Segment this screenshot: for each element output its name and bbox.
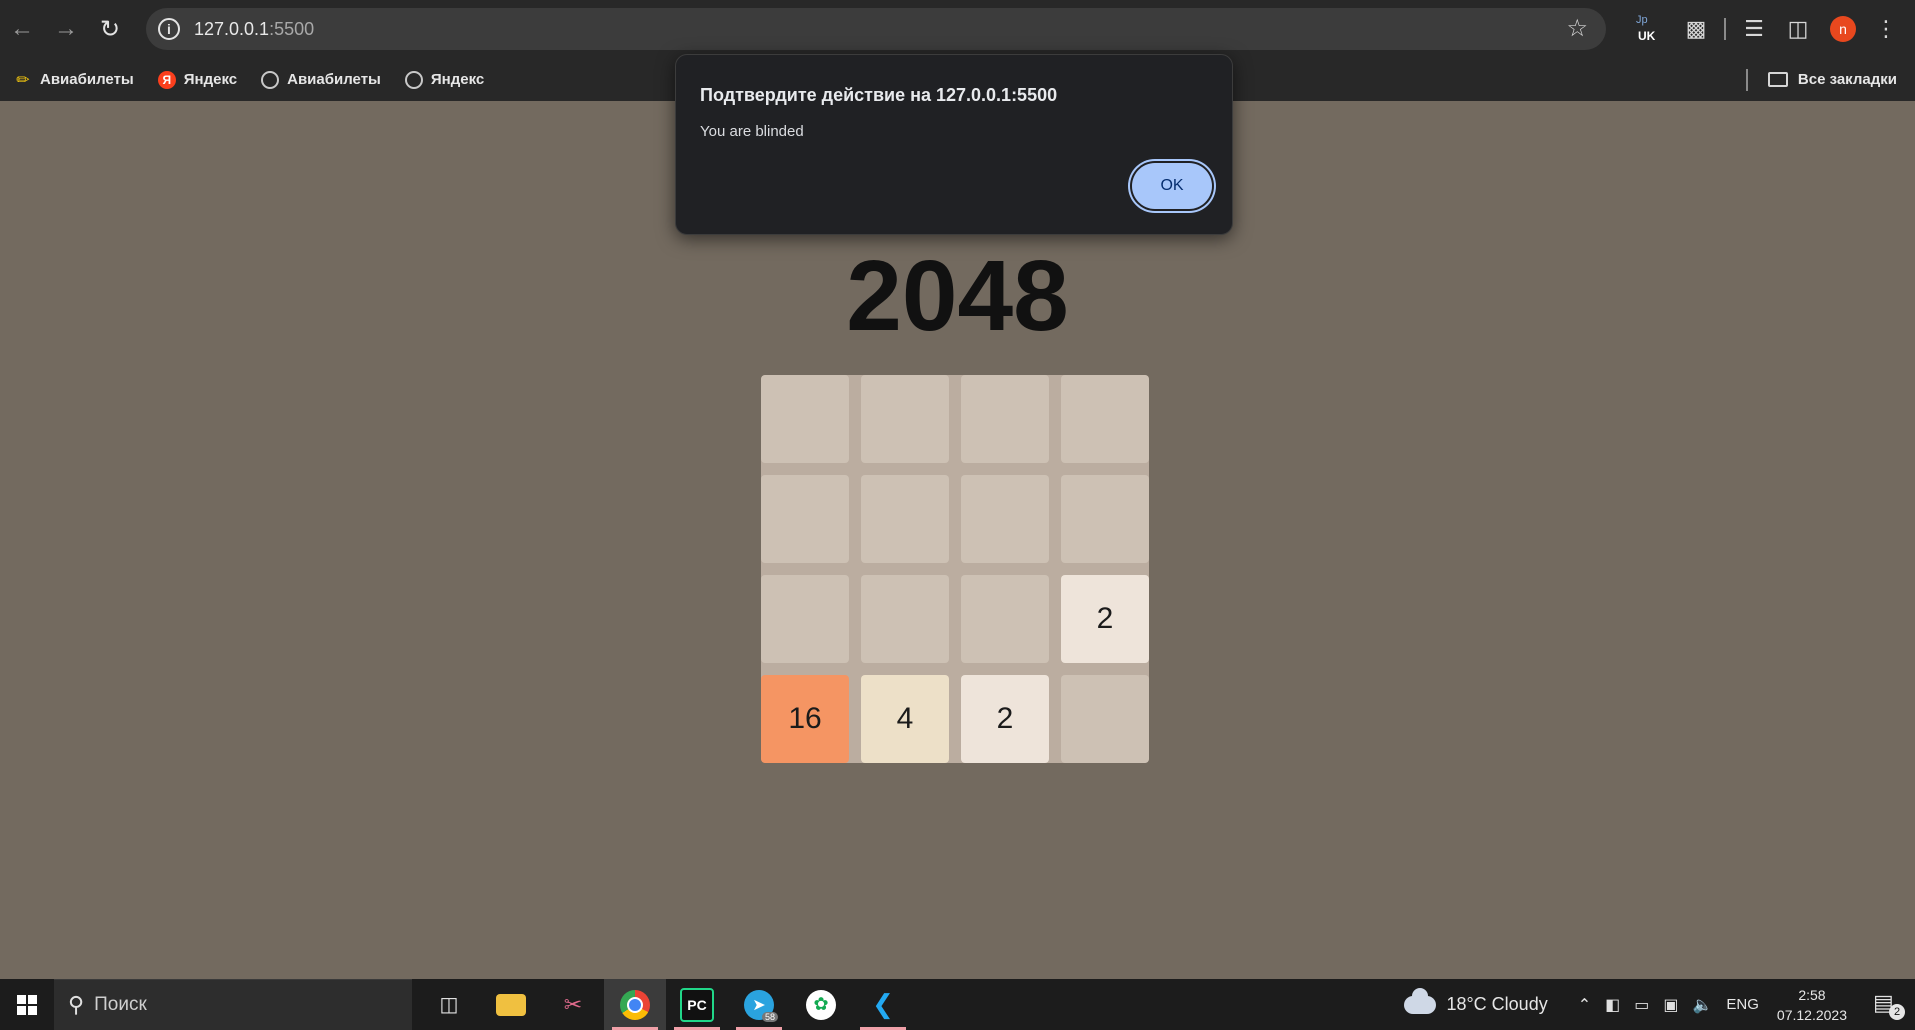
search-placeholder: Поиск [94,994,147,1015]
folder-app-icon [496,993,526,1016]
cloud-icon [1404,987,1437,1014]
language-indicator[interactable]: ENG [1726,996,1759,1013]
tile-2: 2 [1061,575,1149,663]
chrome-button[interactable] [604,979,666,1030]
tile-empty [961,475,1049,563]
globe-icon [261,70,280,89]
tile-empty [961,575,1049,663]
chrome-icon [620,989,650,1020]
taskbar-search[interactable]: ⚲ Поиск [54,979,412,1030]
all-bookmarks-button[interactable]: Все закладки [1745,58,1897,101]
tile-empty [761,475,849,563]
game-board[interactable]: 2 16 4 2 [761,375,1149,763]
folder-icon [1767,72,1788,87]
clock-time: 2:58 [1798,986,1826,1003]
tile-2: 2 [961,675,1049,763]
tile-empty [1061,375,1149,463]
bookmark-item[interactable]: Я Яндекс [157,70,238,89]
profile-avatar[interactable]: n [1830,16,1856,42]
chevron-up-icon[interactable]: ⌃ [1578,995,1591,1015]
start-button[interactable] [0,979,54,1030]
reload-button[interactable]: ↻ [88,7,132,51]
task-view-icon: ◫ [439,994,459,1016]
tile-empty [1061,475,1149,563]
globe-icon [404,70,423,89]
tile-empty [861,575,949,663]
weather-widget[interactable]: 18°C Cloudy [1404,987,1548,1015]
yandex-icon: Я [157,70,176,89]
windows-taskbar: ⚲ Поиск ◫ ✂ PC ➤ 58 ✿ ❮ 18°C Cloudy ⌃ ◧ … [0,979,1915,1030]
media-controls-icon[interactable]: ☰ [1732,16,1776,42]
tile-empty [861,475,949,563]
url-text[interactable]: 127.0.0.1:5500 [194,19,314,40]
notification-count: 2 [1889,1003,1905,1020]
back-button[interactable]: ← [0,7,44,51]
tile-empty [961,375,1049,463]
url-host: 127.0.0.1 [194,18,270,39]
bookmarks-divider [1745,68,1748,91]
extension-badge: UK [1638,29,1656,43]
tile-empty [861,375,949,463]
system-tray: 18°C Cloudy ⌃ ◧ ▭ ▣ 🔈 ENG 2:58 07.12.202… [1404,979,1915,1030]
all-bookmarks-label: Все закладки [1797,71,1897,88]
tile-empty [761,375,849,463]
tile-empty [761,575,849,663]
mongodb-compass-button[interactable]: ✿ [790,979,852,1030]
dialog-message: You are blinded [700,123,804,140]
game-title: 2048 [846,240,1069,352]
vscode-icon: ❮ [872,989,894,1019]
tile-4: 4 [861,675,949,763]
tile-16: 16 [761,675,849,763]
address-bar[interactable]: i 127.0.0.1:5500 ☆ [146,8,1606,50]
browser-toolbar: ← → ↻ i 127.0.0.1:5500 ☆ Jp UK ▩ ☰ ◫ n ⋮ [0,0,1915,58]
translate-extension-button[interactable]: Jp UK [1628,11,1664,47]
toolbar-divider [1724,18,1726,40]
bookmark-star-icon[interactable]: ☆ [1566,14,1588,43]
scissors-icon: ✂ [563,991,583,1017]
bookmark-label: Яндекс [183,71,238,88]
forward-button[interactable]: → [44,7,88,51]
windows-logo-icon [17,994,37,1015]
bookmark-item[interactable]: ✏ Авиабилеты [14,71,134,89]
tile-empty [1061,675,1149,763]
leaf-icon: ✿ [806,989,836,1020]
ok-button[interactable]: OK [1132,163,1212,209]
vscode-button[interactable]: ❮ [852,979,914,1030]
arrow-left-icon: ← [10,15,34,42]
bookmark-item[interactable]: Авиабилеты [261,70,381,89]
volume-icon[interactable]: 🔈 [1692,995,1712,1015]
pycharm-button[interactable]: PC [666,979,728,1030]
telegram-badge: 58 [761,1012,778,1022]
file-explorer-button[interactable] [480,979,542,1030]
dialog-title: Подтвердите действие на 127.0.0.1:5500 [700,85,1058,105]
pycharm-icon: PC [680,987,714,1022]
weather-text: 18°C Cloudy [1446,994,1548,1014]
clock[interactable]: 2:58 07.12.2023 [1777,985,1847,1025]
side-panel-icon[interactable]: ◫ [1776,16,1820,42]
bookmark-label: Авиабилеты [287,71,381,88]
battery-icon[interactable]: ▭ [1634,995,1649,1015]
telegram-button[interactable]: ➤ 58 [728,979,790,1030]
url-port: :5500 [269,18,315,39]
camera-icon[interactable]: ◧ [1605,995,1620,1015]
bookmark-label: Авиабилеты [40,71,134,88]
network-icon[interactable]: ▣ [1663,995,1678,1015]
site-info-icon[interactable]: i [158,18,180,40]
extension-top-label: Jp [1636,14,1648,26]
clock-date: 07.12.2023 [1776,1006,1847,1023]
extensions-puzzle-icon[interactable]: ▩ [1674,16,1718,42]
bookmark-label: Яндекс [430,71,485,88]
pencil-icon: ✏ [16,71,30,89]
notification-center-button[interactable]: ▤ 2 [1873,990,1905,1020]
snipping-tool-button[interactable]: ✂ [542,979,604,1030]
toolbar-actions: Jp UK ▩ ☰ ◫ n ⋮ [1628,0,1908,58]
menu-kebab-icon[interactable]: ⋮ [1864,16,1908,42]
arrow-right-icon: → [54,15,78,42]
task-view-button[interactable]: ◫ [418,979,480,1030]
alert-dialog: Подтвердите действие на 127.0.0.1:5500 Y… [675,54,1233,235]
search-icon: ⚲ [68,992,85,1017]
reload-icon: ↻ [99,15,121,43]
bookmark-item[interactable]: Яндекс [404,70,485,89]
